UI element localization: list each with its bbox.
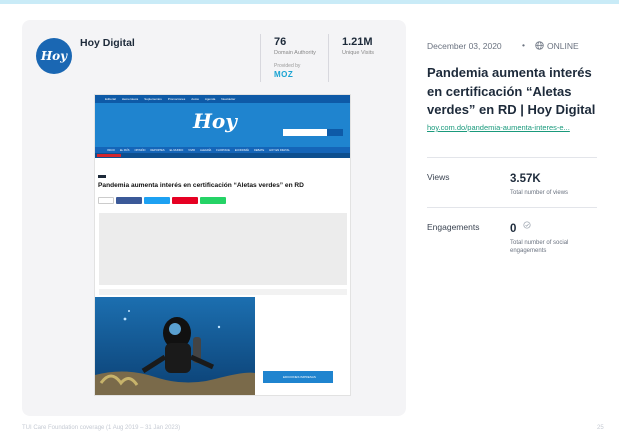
site-nav-item: Suplementos: [144, 97, 162, 101]
moz-logo: MOZ: [274, 70, 294, 79]
site-ad-strip: [99, 289, 347, 295]
publication-logo: Hoy: [36, 38, 72, 74]
site-nav-item: Hemeroteca: [121, 97, 139, 101]
site-masthead-logo: Hoy: [193, 109, 237, 133]
site-category-badge: [98, 175, 106, 178]
views-description: Total number of views: [510, 190, 569, 196]
info-icon[interactable]: [523, 221, 531, 229]
site-nav-item: Newsletter: [221, 97, 236, 101]
article-date: December 03, 2020: [427, 41, 502, 51]
views-value: 3.57K: [510, 173, 541, 185]
site-nav-item: Promociones: [167, 97, 186, 101]
article-screenshot[interactable]: Editorial Hemeroteca Suplementos Promoci…: [94, 94, 351, 396]
ediciones-impresas-banner: EDICIONES IMPRESAS: [263, 371, 333, 383]
domain-authority-label: Domain Authority: [274, 50, 316, 56]
site-search-button: [327, 129, 343, 136]
share-icon: [98, 197, 114, 204]
whatsapp-share-icon: [200, 197, 226, 204]
date-separator: •: [522, 40, 525, 50]
site-ticker: [95, 153, 350, 158]
article-link[interactable]: hoy.com.do/pandemia-aumenta-interes-e...: [427, 123, 599, 132]
site-menu-item: OPINIÓN: [134, 148, 146, 152]
site-top-nav: Editorial Hemeroteca Suplementos Promoci…: [95, 95, 350, 103]
facebook-share-icon: [116, 197, 142, 204]
section-divider: [427, 157, 597, 158]
site-menu-item: ALEGRÍA: [200, 148, 212, 152]
site-share-bar: [98, 197, 226, 204]
domain-authority-value: 76: [274, 36, 287, 48]
site-menu-item: INICIO: [107, 148, 115, 152]
site-menu-item: DEBATE: [254, 148, 265, 152]
site-menu-item: EL PAÍS: [119, 148, 130, 152]
article-title: Pandemia aumenta interés en certificació…: [427, 65, 596, 117]
site-menu-item: HOY EN DIGITAL: [269, 148, 290, 152]
site-nav-item: Editorial: [105, 97, 116, 101]
site-menu-item: EL MUNDO: [169, 148, 184, 152]
site-menu-item: FLORTACE: [216, 148, 230, 152]
publication-name: Hoy Digital: [80, 37, 135, 49]
media-card: Hoy Hoy Digital 76 Domain Authority Prov…: [22, 20, 406, 416]
twitter-share-icon: [144, 197, 170, 204]
diver-photo: [95, 297, 255, 395]
engagements-label: Engagements: [427, 222, 480, 232]
site-menu-item: ECONOMÍA: [234, 148, 250, 152]
site-menu-item: VIVIR: [188, 148, 196, 152]
site-menu-item: DEPORTES: [150, 148, 165, 152]
engagements-description: Total number of social engagements: [510, 240, 569, 254]
site-search-input: [283, 129, 327, 136]
site-nav-item: Autos: [191, 97, 199, 101]
site-ad-placeholder: [99, 213, 347, 285]
unique-visits-label: Unique Visits: [342, 50, 374, 56]
provided-by-label: Provided by: [274, 63, 301, 69]
site-article-title: Pandemia aumenta interés en certificació…: [98, 182, 304, 189]
pinterest-share-icon: [172, 197, 198, 204]
unique-visits-value: 1.21M: [342, 36, 373, 48]
engagements-value: 0: [510, 223, 517, 235]
stat-divider: [260, 34, 261, 82]
section-divider: [427, 207, 597, 208]
stat-divider: [328, 34, 329, 82]
online-badge: ONLINE: [547, 41, 579, 51]
report-footer: TUI Care Foundation coverage (1 Aug 2019…: [22, 425, 181, 431]
page-number: 25: [597, 425, 604, 431]
site-nav-item: Agenda: [204, 97, 216, 101]
globe-icon: [535, 41, 544, 50]
site-ticker-tag: [97, 154, 121, 157]
views-label: Views: [427, 172, 450, 182]
